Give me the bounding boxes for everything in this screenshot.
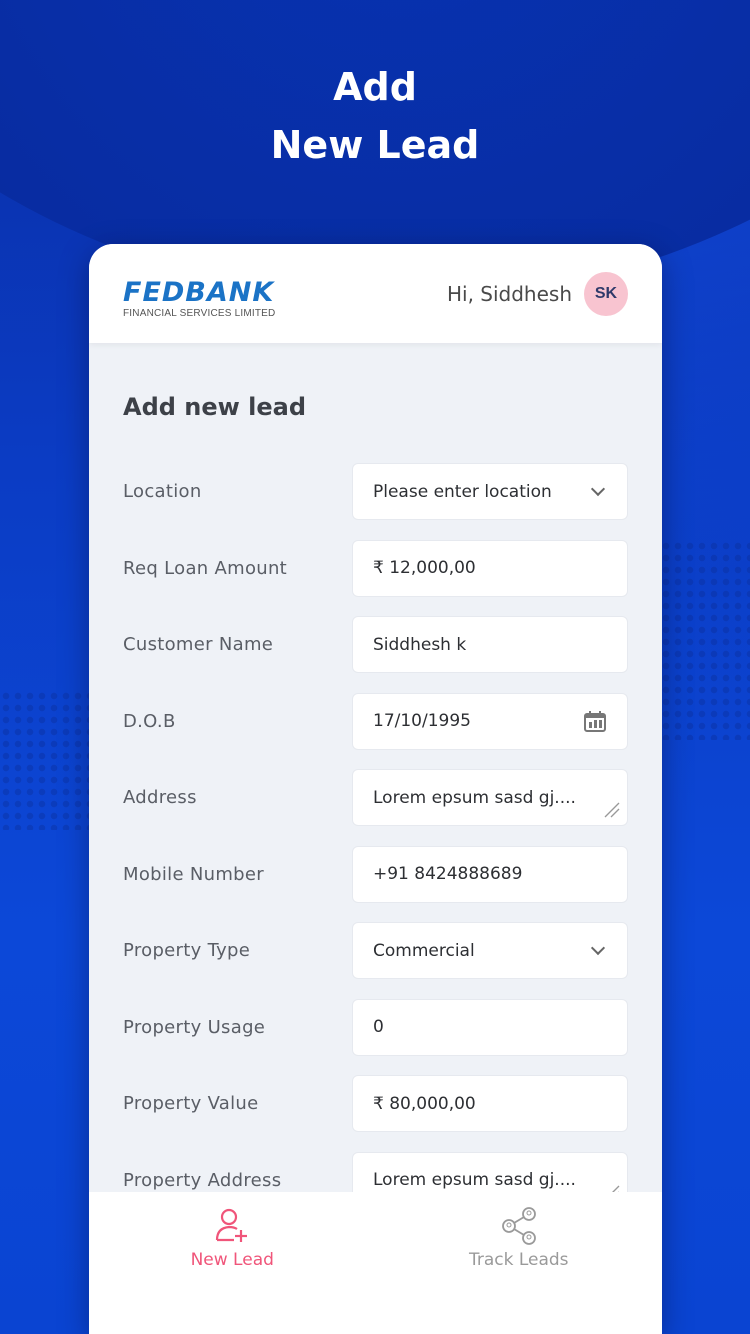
form-row-dob: D.O.B 17/10/1995: [123, 692, 628, 750]
nav-item-track-leads[interactable]: Track Leads: [376, 1192, 663, 1334]
location-select[interactable]: Please enter location: [352, 463, 628, 520]
greeting-text: Hi, Siddhesh: [446, 281, 572, 306]
chevron-down-icon: [590, 481, 606, 496]
field-value: +91 8424888689: [373, 864, 523, 884]
calendar-icon[interactable]: [583, 710, 607, 732]
property-usage-input[interactable]: 0: [352, 998, 628, 1056]
form-row-location: Location Please enter location: [123, 463, 628, 520]
field-label: Property Address: [123, 1169, 282, 1191]
field-label: Location: [123, 481, 202, 502]
mobile-number-input[interactable]: +91 8424888689: [352, 845, 628, 903]
hero-title-line2: New Lead: [270, 123, 480, 167]
field-label: Property Type: [123, 940, 251, 961]
form-row-customer-name: Customer Name Siddhesh k: [123, 616, 628, 673]
form-row-mobile: Mobile Number +91 8424888689: [123, 845, 628, 903]
fedbank-logo: FEDBANK FINANCIAL SERVICES LIMITED: [123, 267, 275, 320]
user-add-icon: [216, 1208, 248, 1242]
field-value: Lorem epsum sasd gj....: [373, 1170, 576, 1190]
logo-text: FEDBANK: [123, 277, 275, 308]
field-label: D.O.B: [123, 710, 176, 732]
field-value: Commercial: [373, 940, 475, 961]
avatar[interactable]: SK: [584, 271, 628, 316]
field-label: Mobile Number: [123, 863, 264, 885]
form-row-property-type: Property Type Commercial: [123, 922, 628, 979]
app-screen: FEDBANK FINANCIAL SERVICES LIMITED Hi, S…: [89, 244, 662, 1334]
field-value: 0: [373, 1017, 384, 1037]
field-value: ₹ 80,000,00: [373, 1093, 476, 1114]
field-label: Property Usage: [123, 1016, 266, 1038]
field-label: Property Value: [123, 1093, 259, 1114]
field-value: 17/10/1995: [373, 711, 471, 731]
dot-pattern: [0, 690, 90, 830]
logo-subtext: FINANCIAL SERVICES LIMITED: [123, 308, 276, 319]
property-type-select[interactable]: Commercial: [352, 922, 628, 979]
loan-amount-input[interactable]: ₹ 12,000,00: [352, 539, 628, 597]
resize-handle-icon[interactable]: [601, 799, 621, 819]
bottom-nav: New Lead Track Leads: [89, 1192, 662, 1334]
dob-input[interactable]: 17/10/1995: [352, 692, 628, 750]
field-value: Please enter location: [373, 481, 552, 502]
form-row-address: Address Lorem epsum sasd gj....: [123, 769, 628, 826]
form-row-loan-amount: Req Loan Amount ₹ 12,000,00: [123, 539, 628, 597]
customer-name-input[interactable]: Siddhesh k: [352, 616, 628, 673]
field-label: Address: [123, 787, 197, 808]
share-network-icon: [501, 1207, 536, 1245]
field-value: Lorem epsum sasd gj....: [373, 787, 576, 808]
nav-label: New Lead: [190, 1250, 274, 1270]
nav-label: Track Leads: [468, 1250, 569, 1270]
form-title: Add new lead: [123, 393, 307, 421]
app-header: FEDBANK FINANCIAL SERVICES LIMITED Hi, S…: [89, 244, 662, 343]
field-label: Customer Name: [123, 634, 274, 655]
hero-title-line1: Add: [333, 65, 417, 109]
nav-item-new-lead[interactable]: New Lead: [89, 1192, 376, 1334]
field-label: Req Loan Amount: [123, 557, 288, 579]
dot-pattern: [660, 540, 750, 740]
form-row-property-value: Property Value ₹ 80,000,00: [123, 1075, 628, 1132]
hero-title: Add New Lead: [0, 58, 750, 174]
address-textarea[interactable]: Lorem epsum sasd gj....: [352, 769, 628, 826]
user-greeting: Hi, Siddhesh SK: [446, 271, 628, 316]
field-value: ₹ 12,000,00: [373, 558, 476, 578]
field-value: Siddhesh k: [373, 634, 467, 655]
form-row-property-usage: Property Usage 0: [123, 998, 628, 1056]
property-value-input[interactable]: ₹ 80,000,00: [352, 1075, 628, 1132]
chevron-down-icon: [590, 940, 606, 955]
lead-form: Add new lead Location Please enter locat…: [89, 343, 662, 1209]
